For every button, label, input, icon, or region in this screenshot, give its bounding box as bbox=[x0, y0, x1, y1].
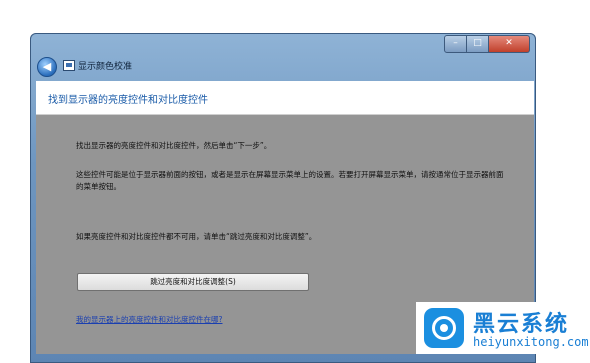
skip-adjustment-button[interactable]: 跳过亮度和对比度调整(S) bbox=[77, 273, 309, 291]
instruction-text-3: 如果亮度控件和对比度控件都不可用，请单击“跳过亮度和对比度调整”。 bbox=[76, 232, 317, 241]
watermark-url: heiyunxitong.com bbox=[473, 335, 589, 349]
instruction-text-2: 这些控件可能是位于显示器前面的按钮，或者是显示在屏幕显示菜单上的设置。若要打开屏… bbox=[76, 170, 504, 191]
heiyun-logo-icon bbox=[424, 308, 464, 348]
page-title: 找到显示器的亮度控件和对比度控件 bbox=[48, 95, 208, 106]
close-button[interactable]: ✕ bbox=[489, 35, 530, 53]
help-link[interactable]: 我的显示器上的亮度控件和对比度控件在哪? bbox=[76, 314, 222, 325]
back-arrow-icon[interactable]: ◀ bbox=[37, 57, 57, 77]
watermark: 黑云系统 heiyunxitong.com bbox=[416, 302, 590, 354]
watermark-name: 黑云系统 bbox=[473, 312, 570, 337]
title-bar[interactable]: ◀ 显示颜色校准 – □ ✕ bbox=[30, 33, 536, 81]
maximize-button[interactable]: □ bbox=[467, 35, 489, 53]
window-controls: – □ ✕ bbox=[444, 35, 530, 53]
instruction-text-1: 找出显示器的亮度控件和对比度控件，然后单击“下一步”。 bbox=[76, 141, 272, 150]
page-header: 找到显示器的亮度控件和对比度控件 bbox=[36, 81, 534, 115]
window-title: 显示颜色校准 bbox=[78, 62, 133, 72]
minimize-button[interactable]: – bbox=[444, 35, 467, 53]
display-calibration-icon bbox=[63, 60, 75, 71]
